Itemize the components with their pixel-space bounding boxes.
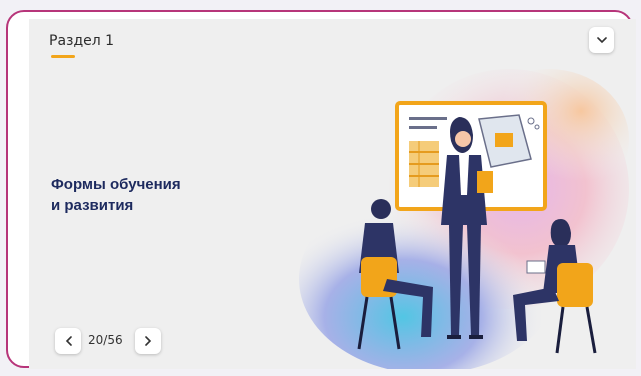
training-illustration xyxy=(299,69,629,369)
next-slide-button[interactable] xyxy=(135,328,161,354)
page-counter: 20/56 xyxy=(88,333,123,347)
slide: Раздел 1 Формы обучения и развития 20/56 xyxy=(29,19,636,369)
chevron-left-icon xyxy=(65,336,72,346)
section-label: Раздел 1 xyxy=(49,33,115,49)
section-underline xyxy=(51,55,75,58)
chevron-down-icon xyxy=(596,36,607,43)
prev-slide-button[interactable] xyxy=(55,328,81,354)
slide-title-line2: и развития xyxy=(51,197,134,214)
chevron-right-icon xyxy=(144,336,151,346)
slide-title-line1: Формы обучения xyxy=(51,176,181,193)
